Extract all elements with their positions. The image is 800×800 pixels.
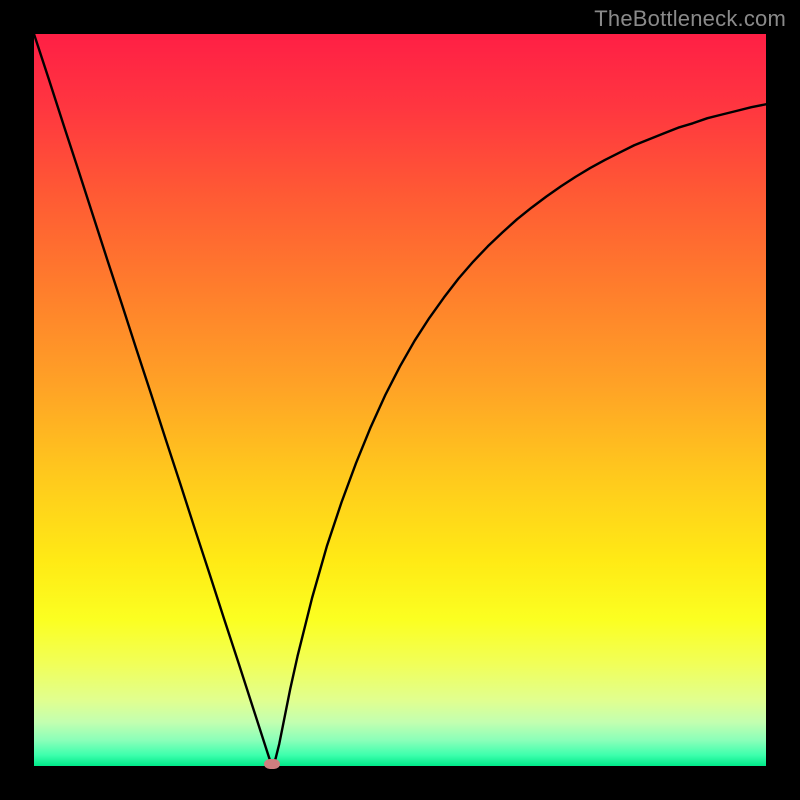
chart-stage: TheBottleneck.com bbox=[0, 0, 800, 800]
gradient-background bbox=[34, 34, 766, 766]
watermark-text: TheBottleneck.com bbox=[594, 6, 786, 32]
bottleneck-plot bbox=[34, 34, 766, 766]
minimum-marker bbox=[264, 759, 280, 769]
